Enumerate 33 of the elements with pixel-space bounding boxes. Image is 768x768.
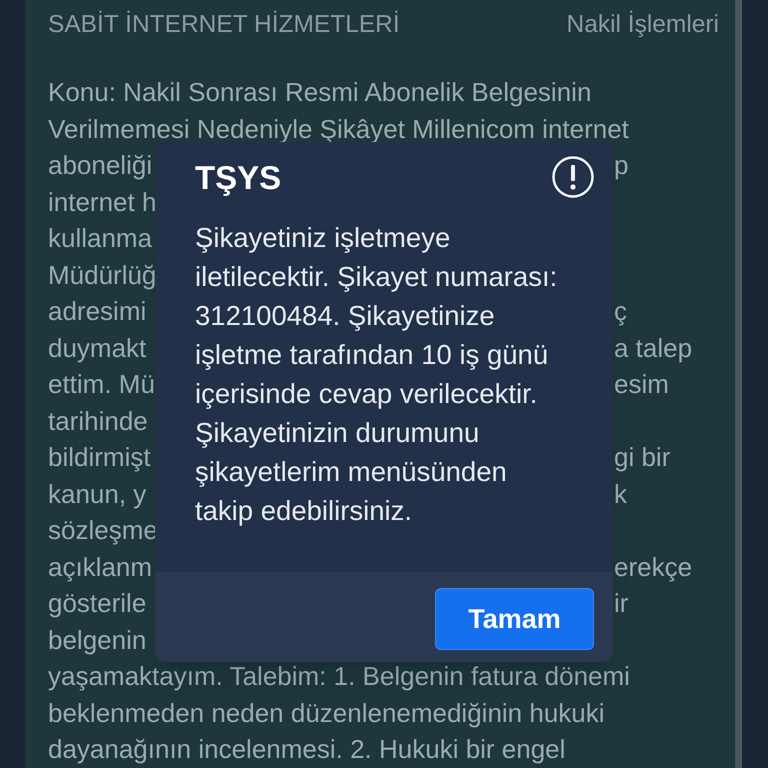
topic-label: Nakil İşlemleri <box>566 12 719 38</box>
complaint-text: kanun, y <box>48 480 146 507</box>
dialog-message: Şikayetiniz işletmeye iletilecektir. Şikayet numarası: 312100484. Şikayetinize işletme tarafından 10 iş günü içerisinde cevap verilecektir. Şikayetinizin durumunu şikayetlerim menüsünden takip edebilirsiniz. <box>195 221 558 528</box>
complaint-text: ir <box>614 590 628 616</box>
complaint-text: tarihinde <box>48 408 148 434</box>
complaint-text: Müdürlüğ <box>48 262 156 288</box>
complaint-text: p <box>614 152 628 178</box>
complaint-text: dayanağının incelenmesi. 2. Hukuki bir engel <box>48 736 566 762</box>
complaint-text: duymakt <box>48 334 146 361</box>
complaint-text: Konu: Nakil Sonrası Resmi Abonelik Belgesinin <box>48 79 592 106</box>
complaint-text: sözleşme <box>48 517 158 544</box>
section-title: SABİT İNTERNET HİZMETLERİ <box>48 12 400 38</box>
complaint-text: yaşamaktayım. Talebim: 1. Belgenin fatura dönemi <box>48 663 630 690</box>
complaint-text: a talep <box>614 334 692 361</box>
complaint-text: k <box>614 480 627 507</box>
complaint-text: aboneliği <box>48 152 152 178</box>
complaint-text: belgenin <box>48 626 146 653</box>
complaint-text: internet h <box>48 188 156 215</box>
complaint-text: kullanma <box>48 225 152 252</box>
complaint-text: bildirmişt <box>48 444 151 470</box>
complaint-text: açıklanm <box>48 554 152 580</box>
complaint-text: gi bir <box>614 444 670 470</box>
complaint-text: esim <box>614 371 669 398</box>
complaint-text: ettim. Mü <box>48 371 155 398</box>
complaint-text: beklenmeden neden düzenlenemediğinin hukuki <box>48 700 605 726</box>
complaint-text: adresimi <box>48 298 146 324</box>
complaint-text: Verilmemesi Nedeniyle Şikâyet Millenicom internet <box>48 116 629 142</box>
complaint-text: erekçe <box>614 554 692 580</box>
ok-button[interactable]: Tamam <box>435 588 594 650</box>
complaint-text: gösterile <box>48 590 146 616</box>
complaint-text: ç <box>614 298 627 324</box>
dialog-title: TŞYS <box>195 160 282 194</box>
exclamation-circle-icon <box>552 156 594 198</box>
